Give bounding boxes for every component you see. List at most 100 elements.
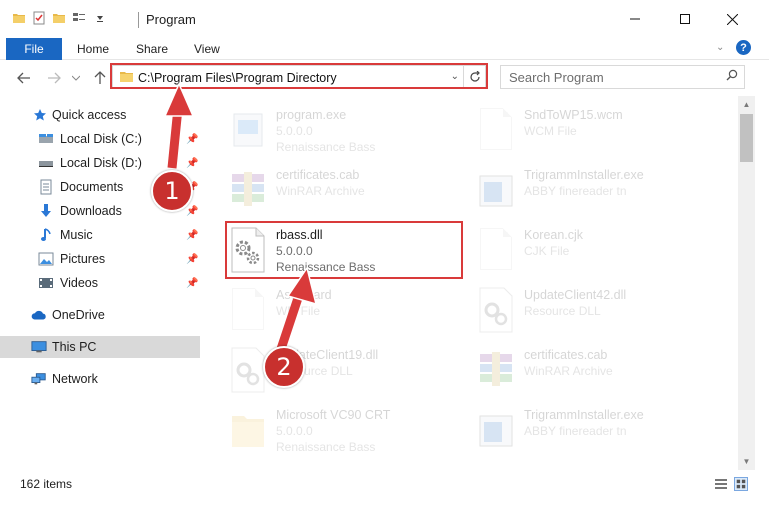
item-count: 162 items [20,477,73,491]
file-description: 5.0.0.0 [276,424,313,438]
dll-gear-icon [231,347,265,393]
videos-icon [38,275,54,291]
pictures-icon [38,251,54,267]
file-item[interactable]: TrigrammInstaller.exe ABBY finereader tn [476,160,726,220]
sidebar-item-label: Videos [60,276,98,290]
sidebar-item-label: Local Disk (D:) [60,156,142,170]
pin-icon[interactable]: 📌 [186,206,198,217]
file-description: WM File [276,304,320,318]
new-folder-icon[interactable] [52,11,66,25]
file-item[interactable]: UpdateClient42.dll Resource DLL [476,280,726,340]
winrar-icon [232,172,264,206]
file-item[interactable]: Korean.cjk CJK File [476,220,726,280]
sidebar-item-onedrive[interactable]: OneDrive [0,304,200,326]
documents-icon [38,179,54,195]
file-description: WCM File [524,124,577,138]
file-item[interactable]: program.exe 5.0.0.0 Renaissance Bass [228,100,478,160]
sidebar-item-label: Local Disk (C:) [60,132,142,146]
file-name: program.exe [276,108,347,122]
close-button[interactable] [709,0,755,38]
step-badge-1: 1 [151,170,193,212]
file-list: program.exe 5.0.0.0 Renaissance Bass cer… [200,96,738,470]
scrollbar-thumb[interactable] [740,114,753,162]
details-view-icon[interactable] [714,477,728,491]
address-highlight-box [110,63,488,89]
maximize-button[interactable] [662,0,708,38]
file-item[interactable]: certificates.cab WinRAR Archive [228,160,478,220]
folder-icon [232,416,264,447]
cloud-icon [31,307,47,323]
drive-icon [38,131,54,147]
file-name: TrigrammInstaller.exe [524,168,644,182]
dll-gear-icon [479,287,513,333]
expand-ribbon-chevron-icon[interactable]: ⌄ [716,42,724,53]
pin-icon[interactable]: 📌 [186,230,198,241]
pin-icon[interactable]: 📌 [186,254,198,265]
file-name: TrigrammInstaller.exe [524,408,644,422]
file-company: Renaissance Bass [276,440,376,454]
file-name: Asoftward [276,288,332,302]
up-button[interactable] [90,68,110,88]
sidebar-item-local-disk-c[interactable]: Local Disk (C:) 📌 [0,128,200,150]
download-icon [38,203,54,219]
scroll-up-icon[interactable]: ▲ [738,96,755,113]
sidebar-item-this-pc[interactable]: This PC [0,336,200,358]
computer-icon [31,339,47,355]
file-description: 5.0.0.0 [276,124,313,138]
properties-icon[interactable] [32,11,46,25]
network-icon [31,371,47,387]
tab-home[interactable]: Home [77,42,109,56]
sidebar-item-network[interactable]: Network [0,368,200,390]
sidebar-item-quick-access[interactable]: Quick access [0,104,200,126]
blank-file-icon [480,108,512,150]
file-item[interactable]: TrigrammInstaller.exe ABBY finereader tn [476,400,726,460]
view-options-icon[interactable] [72,11,90,25]
file-name: certificates.cab [276,168,360,182]
search-box[interactable]: Search Program [500,65,745,89]
file-description: WinRAR Archive [276,184,365,198]
installer-icon [479,415,513,447]
drive-icon [38,155,54,171]
sidebar-item-label: Documents [60,180,124,194]
installer-icon [479,175,513,207]
sidebar-item-music[interactable]: Music 📌 [0,224,200,246]
recent-locations-chevron[interactable] [66,68,86,88]
file-tab[interactable]: File [6,38,62,60]
up-arrow-icon [94,71,106,84]
pin-icon[interactable]: 📌 [186,158,198,169]
file-item[interactable]: certificates.cab WinRAR Archive [476,340,726,400]
file-name: SndToWP15.wcm [524,108,623,122]
back-arrow-icon [17,72,30,84]
file-name: UpdateClient42.dll [524,288,627,302]
tab-view[interactable]: View [194,42,220,56]
customize-toolbar-chevron-icon[interactable] [96,11,104,25]
help-icon[interactable]: ? [736,40,751,55]
scroll-down-icon[interactable]: ▼ [738,453,755,470]
minimize-button[interactable] [612,0,658,38]
pin-icon[interactable]: 📌 [186,278,198,289]
search-input[interactable]: Search Program [509,70,604,85]
file-company: Renaissance Bass [276,140,376,154]
folder-icon[interactable] [12,11,26,25]
vertical-scrollbar[interactable]: ▲ ▼ [738,96,755,470]
sidebar-item-label: OneDrive [52,308,105,322]
large-icons-view-icon[interactable] [734,477,748,491]
file-item[interactable]: SndToWP15.wcm WCM File [476,100,726,160]
winrar-icon [480,352,512,386]
search-icon[interactable] [726,68,738,84]
file-item[interactable]: Asoftward WM File [228,280,478,340]
sidebar-item-label: Downloads [60,204,122,218]
tab-share[interactable]: Share [136,42,168,56]
back-button[interactable] [14,68,34,88]
file-item[interactable]: Microsoft VC90 CRT 5.0.0.0 Renaissance B… [228,400,478,460]
title-separator [138,12,139,28]
sidebar-item-videos[interactable]: Videos 📌 [0,272,200,294]
forward-button[interactable] [44,68,64,88]
sidebar-item-label: Network [52,372,98,386]
sidebar-item-label: Quick access [52,108,127,122]
maximize-icon [680,14,690,24]
pin-icon[interactable]: 📌 [186,134,198,145]
navigation-pane: Quick access Local Disk (C:) 📌 Local Dis… [0,96,200,470]
sidebar-item-pictures[interactable]: Pictures 📌 [0,248,200,270]
music-icon [38,227,54,243]
